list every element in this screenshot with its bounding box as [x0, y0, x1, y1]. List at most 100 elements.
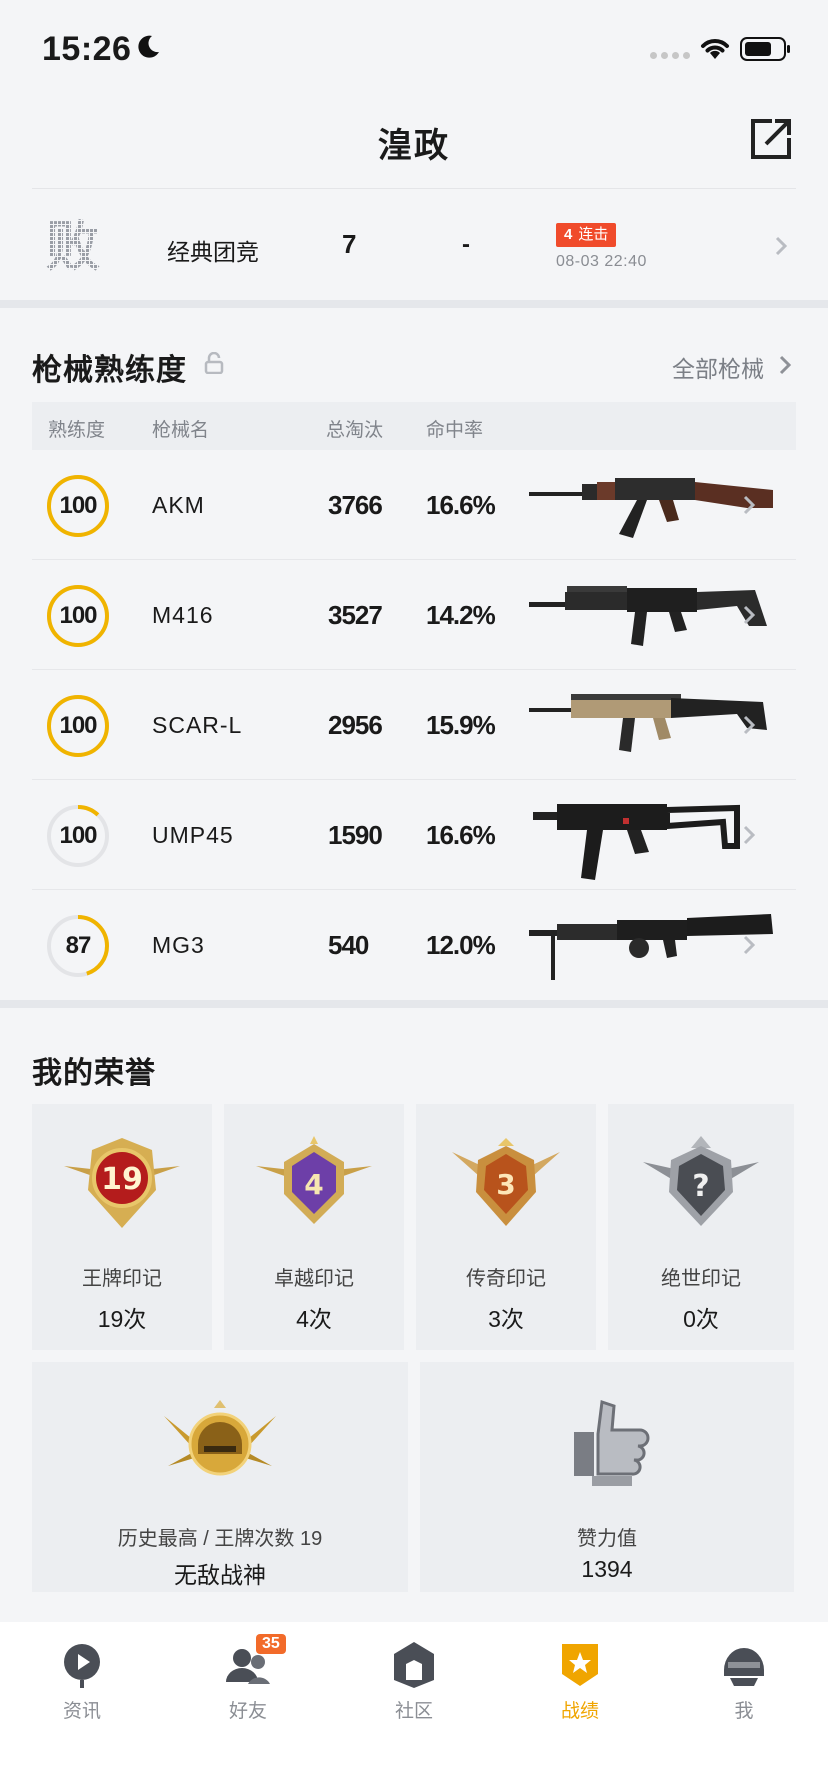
weapon-kills: 3766 [328, 490, 383, 520]
weapon-row-ump45[interactable]: 100 UMP45 1590 16.6% [32, 780, 796, 890]
weapon-row-mg3[interactable]: 87 MG3 540 12.0% [32, 890, 796, 1000]
weapon-row-scar-l[interactable]: 100 SCAR-L 2956 15.9% [32, 670, 796, 780]
honor-count: 4次 [296, 1306, 332, 1332]
weapon-name: SCAR-L [152, 712, 243, 738]
streak-count: 4 [564, 226, 573, 243]
streak-badge: 4 连击 [556, 223, 617, 247]
tab-friends[interactable]: 35 好友 [188, 1634, 308, 1723]
page-title: 湟政 [378, 127, 450, 165]
moon-icon [138, 35, 159, 58]
wifi-icon [701, 39, 729, 59]
chevron-right-icon [743, 605, 756, 625]
community-icon [394, 1642, 434, 1688]
signal-icon [650, 52, 690, 59]
mg3-image [529, 914, 773, 980]
honor-card-likes[interactable]: 赞力值 1394 [420, 1362, 794, 1592]
match-mode: 经典团竞 [167, 239, 259, 265]
weapon-name: M416 [152, 602, 214, 628]
weapon-hit-rate: 15.9% [426, 710, 496, 740]
tab-community[interactable]: 社区 [354, 1640, 474, 1723]
rank-helmet-emblem-icon [164, 1400, 276, 1476]
proficiency-value: 100 [59, 822, 97, 849]
helmet-icon [724, 1648, 764, 1686]
weapon-table-header: 熟练度 枪械名 总淘汰 命中率 [32, 402, 796, 450]
thumbs-up-icon [574, 1399, 650, 1486]
highest-rank-label: 历史最高 / 王牌次数 19 [117, 1528, 323, 1550]
match-time: 08-03 22:40 [556, 253, 647, 270]
honor-card-legend[interactable]: 3 传奇印记 3次 [416, 1104, 596, 1350]
honor-count: 3次 [488, 1306, 524, 1332]
tab-label: 资讯 [62, 1701, 101, 1722]
scar-l-image [529, 694, 767, 752]
match-kills: 7 [342, 229, 357, 259]
m416-image [529, 586, 767, 646]
section-divider [0, 300, 828, 308]
tab-me[interactable]: 我 [684, 1640, 804, 1723]
tab-stats[interactable]: 战绩 [520, 1640, 640, 1723]
chevron-right-icon [743, 495, 756, 515]
weapon-row-akm[interactable]: 100 AKM 3766 16.6% [32, 450, 796, 560]
weapons-title: 枪械熟练度 [32, 354, 187, 387]
all-weapons-label: 全部枪械 [672, 356, 764, 382]
recent-match-row[interactable]: 败 经典团竞 7 - 4 连击 08-03 22:40 [32, 188, 796, 302]
honor-card-ace[interactable]: 19 王牌印记 19次 [32, 1104, 212, 1350]
likes-value: 1394 [581, 1556, 633, 1582]
highest-rank-value: 无敌战神 [174, 1562, 266, 1588]
weapon-hit-rate: 16.6% [426, 820, 496, 850]
peerless-emblem-icon: ? [643, 1136, 759, 1226]
weapon-hit-rate: 14.2% [426, 600, 496, 630]
weapon-hit-rate: 12.0% [426, 930, 496, 960]
streak-text: 连击 [578, 226, 609, 243]
chevron-right-icon [743, 715, 756, 735]
honor-label: 传奇印记 [466, 1268, 546, 1290]
weapon-kills: 3527 [328, 600, 383, 630]
chevron-right-icon [743, 935, 756, 955]
likes-label: 赞力值 [577, 1528, 637, 1550]
chevron-right-icon [775, 236, 788, 256]
weapon-name: MG3 [152, 932, 205, 958]
honor-card-peerless[interactable]: ? 绝世印记 0次 [608, 1104, 794, 1350]
unlock-icon[interactable] [204, 352, 224, 374]
akm-image [529, 478, 773, 538]
weapon-name: UMP45 [152, 822, 234, 848]
proficiency-value: 100 [59, 492, 97, 519]
ump45-image [533, 804, 740, 880]
chevron-right-icon [743, 825, 756, 845]
weapon-hit-rate: 16.6% [426, 490, 496, 520]
col-proficiency: 熟练度 [48, 420, 106, 441]
ace-emblem-icon: 19 [64, 1138, 180, 1228]
col-hit-rate: 命中率 [426, 420, 484, 441]
honor-label: 绝世印记 [661, 1268, 741, 1290]
tab-news[interactable]: 资讯 [22, 1640, 142, 1723]
col-weapon-name: 枪械名 [152, 420, 210, 441]
svg-text:3: 3 [496, 1168, 515, 1201]
honors-title: 我的荣誉 [32, 1057, 156, 1090]
status-bar: 15:26 [0, 0, 828, 96]
tab-label: 战绩 [560, 1701, 599, 1722]
svg-text:败: 败 [46, 217, 100, 273]
honor-count: 19次 [97, 1306, 147, 1332]
top-bar: 湟政 [0, 96, 828, 188]
honor-card-highest-rank[interactable]: 历史最高 / 王牌次数 19 无敌战神 [32, 1362, 408, 1592]
proficiency-value: 100 [59, 602, 97, 629]
weapon-name: AKM [152, 492, 205, 518]
proficiency-value: 87 [65, 932, 92, 959]
col-total-kills: 总淘汰 [326, 420, 384, 441]
share-icon[interactable] [748, 116, 794, 162]
excellent-emblem-icon: 4 [256, 1136, 372, 1224]
defeat-badge: 败 [46, 217, 100, 273]
tab-label: 社区 [394, 1701, 433, 1722]
svg-text:4: 4 [304, 1168, 323, 1201]
weapon-row-m416[interactable]: 100 M416 3527 14.2% [32, 560, 796, 670]
proficiency-value: 100 [59, 712, 97, 739]
svg-text:19: 19 [101, 1162, 143, 1197]
legend-emblem-icon: 3 [452, 1138, 560, 1226]
all-weapons-link[interactable]: 全部枪械 [672, 350, 764, 384]
honor-card-excellent[interactable]: 4 卓越印记 4次 [224, 1104, 404, 1350]
svg-text:?: ? [692, 1169, 709, 1204]
honor-label: 王牌印记 [82, 1268, 162, 1290]
honor-label: 卓越印记 [274, 1268, 354, 1290]
chevron-right-icon [779, 355, 792, 375]
weapon-kills: 540 [328, 930, 369, 960]
bottom-tab-bar: 资讯 35 好友 社区 战绩 我 [0, 1622, 828, 1792]
